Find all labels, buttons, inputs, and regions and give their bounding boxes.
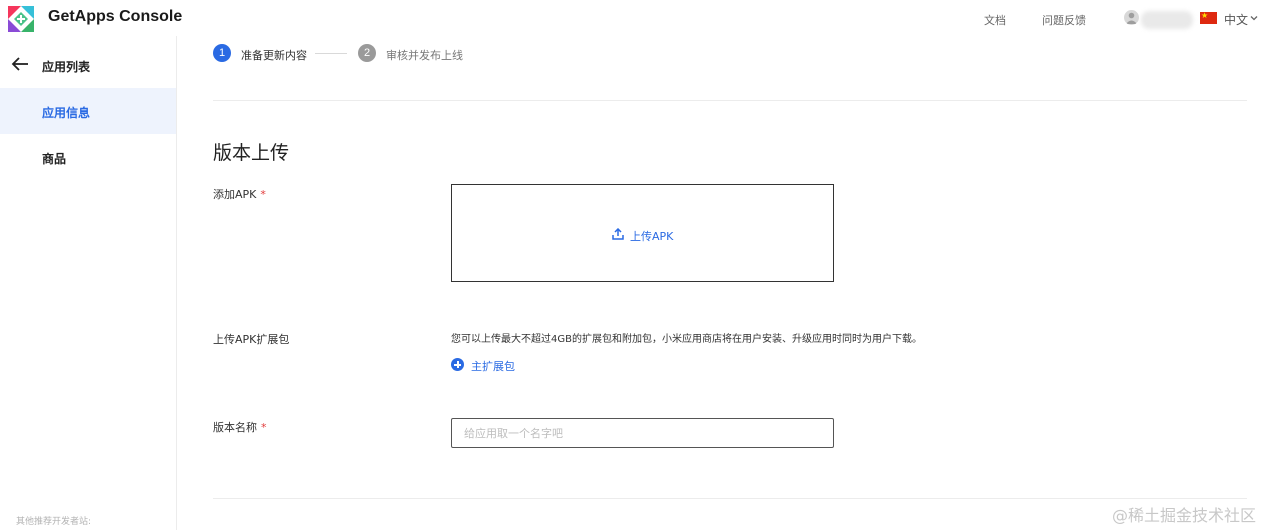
sidebar-item-products[interactable]: 商品 (0, 134, 176, 180)
add-apk-label: 添加APK * (213, 188, 266, 201)
step-1-number: 1 (213, 44, 231, 62)
sidebar-item-label: 商品 (42, 152, 67, 166)
step-connector (315, 53, 347, 54)
step-2-label: 审核并发布上线 (386, 49, 463, 62)
back-to-app-list[interactable]: 应用列表 (0, 50, 176, 80)
plus-circle-icon (451, 358, 464, 371)
add-main-expansion-label: 主扩展包 (471, 360, 515, 373)
china-flag-icon[interactable]: ★ (1200, 11, 1217, 24)
docs-link[interactable]: 文档 (984, 12, 1006, 28)
getapps-logo-icon[interactable] (6, 4, 36, 34)
app-title: GetApps Console (48, 8, 183, 25)
upload-icon (612, 228, 624, 240)
feedback-link[interactable]: 问题反馈 (1042, 12, 1086, 28)
username-blurred[interactable] (1141, 11, 1193, 29)
chevron-down-icon[interactable] (1250, 14, 1258, 22)
arrow-left-icon (11, 57, 28, 71)
divider (213, 498, 1247, 499)
expansion-hint-text: 您可以上传最大不超过4GB的扩展包和附加包，小米应用商店将在用户安装、升级应用时… (451, 334, 922, 345)
required-mark: * (261, 421, 267, 434)
top-header: GetApps Console 文档 问题反馈 ★ 中文 (0, 0, 1280, 36)
section-title: 版本上传 (213, 142, 290, 164)
divider (213, 100, 1247, 101)
sidebar-footer-text: 其他推荐开发者站: (16, 517, 92, 527)
version-name-label: 版本名称 * (213, 421, 267, 434)
expansion-pack-label: 上传APK扩展包 (213, 333, 290, 346)
step-1-label: 准备更新内容 (241, 49, 307, 62)
back-label: 应用列表 (42, 60, 91, 74)
version-name-input[interactable] (451, 418, 834, 448)
required-mark: * (260, 188, 266, 201)
sidebar-item-app-info[interactable]: 应用信息 (0, 88, 176, 134)
sidebar: 应用列表 应用信息 商品 其他推荐开发者站: (0, 36, 177, 530)
user-avatar-icon[interactable] (1124, 10, 1139, 25)
step-2-number: 2 (358, 44, 376, 62)
upload-apk-label: 上传APK (630, 230, 674, 243)
language-selector[interactable]: 中文 (1224, 11, 1248, 28)
sidebar-item-label: 应用信息 (42, 106, 91, 120)
watermark-text: @稀土掘金技术社区 (1112, 506, 1257, 525)
apk-upload-dropzone[interactable]: 上传APK (451, 184, 834, 282)
